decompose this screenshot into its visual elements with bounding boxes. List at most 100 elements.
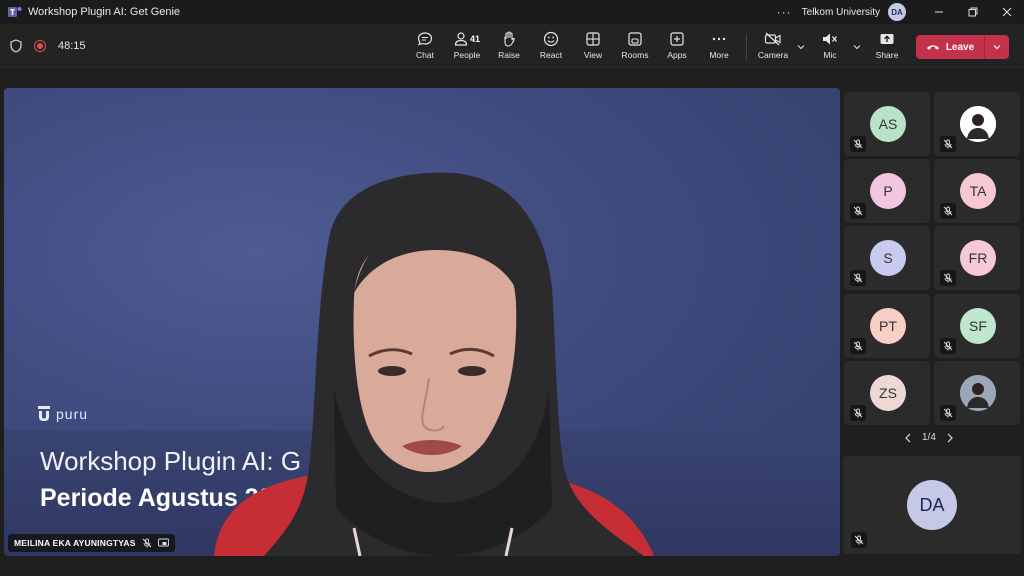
self-video-tile[interactable]: DA <box>843 456 1021 554</box>
restore-button[interactable] <box>956 0 990 24</box>
people-count: 41 <box>469 34 480 44</box>
participant-tile[interactable] <box>934 361 1020 425</box>
window-title: Workshop Plugin AI: Get Genie <box>28 6 181 18</box>
mic-options-chevron-icon[interactable] <box>852 42 862 52</box>
participant-tile[interactable]: ZS <box>844 361 930 425</box>
mic-muted-indicator <box>850 136 866 152</box>
leave-main[interactable]: Leave <box>916 35 984 59</box>
participant-avatar: FR <box>960 240 996 276</box>
mic-muted-icon <box>943 341 953 351</box>
participant-avatar: ZS <box>870 375 906 411</box>
participant-avatar: P <box>870 173 906 209</box>
participant-tile[interactable]: TA <box>934 159 1020 223</box>
organization-name[interactable]: Telkom University <box>802 7 880 18</box>
mic-muted-icon <box>854 535 864 545</box>
minimize-icon <box>935 11 943 13</box>
participant-tile[interactable]: P <box>844 159 930 223</box>
emoji-icon <box>543 31 559 47</box>
participant-tile[interactable]: AS <box>844 92 930 156</box>
profile-photo-icon <box>960 106 996 142</box>
participant-avatar: S <box>870 240 906 276</box>
teams-icon <box>8 7 22 17</box>
user-avatar[interactable]: DA <box>888 3 906 21</box>
toolbar-separator <box>746 34 747 60</box>
chat-label: Chat <box>416 50 434 60</box>
mic-muted-icon <box>943 206 953 216</box>
leave-label: Leave <box>945 41 975 53</box>
minimize-button[interactable] <box>922 0 956 24</box>
speaker-muted-icon <box>823 33 838 45</box>
speaker-name-tag: MEILINA EKA AYUNINGTYAS <box>8 534 175 552</box>
mic-muted-icon <box>943 139 953 149</box>
participant-avatar: AS <box>870 106 906 142</box>
raise-label: Raise <box>498 50 520 60</box>
gallery-pager: 1/4 <box>904 432 954 443</box>
mic-button[interactable]: Mic <box>810 30 850 64</box>
participant-avatar <box>960 106 996 142</box>
shield-icon[interactable] <box>10 39 22 53</box>
camera-label: Camera <box>757 50 789 60</box>
mic-muted-indicator <box>940 338 956 354</box>
mic-muted-icon <box>853 206 863 216</box>
camera-off-icon <box>764 32 781 46</box>
people-button[interactable]: 41 People <box>447 30 487 64</box>
participant-avatar: SF <box>960 308 996 344</box>
camera-options-chevron-icon[interactable] <box>796 42 806 52</box>
self-mic-muted-indicator <box>851 532 867 548</box>
mic-label: Mic <box>823 50 837 60</box>
participant-tile[interactable]: SF <box>934 294 1020 358</box>
chat-button[interactable]: Chat <box>405 30 445 64</box>
view-label: View <box>583 50 603 60</box>
participant-tile[interactable]: PT <box>844 294 930 358</box>
participant-avatar <box>960 375 996 411</box>
apps-icon <box>670 32 684 46</box>
participant-tile[interactable] <box>934 92 1020 156</box>
close-icon <box>1002 7 1012 17</box>
participant-tile[interactable]: S <box>844 226 930 290</box>
profile-photo-icon <box>960 375 996 411</box>
mic-muted-icon <box>943 273 953 283</box>
mic-muted-icon <box>853 273 863 283</box>
ellipsis-icon <box>712 37 726 41</box>
share-label: Share <box>875 50 899 60</box>
rooms-button[interactable]: Rooms <box>615 30 655 64</box>
participant-avatar: TA <box>960 173 996 209</box>
mic-muted-indicator <box>850 270 866 286</box>
mic-muted-indicator <box>940 270 956 286</box>
chat-icon <box>417 32 433 46</box>
mic-muted-indicator <box>850 405 866 421</box>
meeting-toolbar: 48:15 Chat 41 People Raise React View Ro… <box>0 24 1024 68</box>
speaker-name: MEILINA EKA AYUNINGTYAS <box>14 538 136 548</box>
meeting-timer: 48:15 <box>58 40 86 52</box>
apps-button[interactable]: Apps <box>657 30 697 64</box>
restore-icon <box>968 7 978 17</box>
chevron-left-icon[interactable] <box>904 433 912 443</box>
participant-tile[interactable]: FR <box>934 226 1020 290</box>
mic-muted-icon <box>853 408 863 418</box>
mic-muted-indicator <box>850 203 866 219</box>
more-options-button[interactable]: ··· <box>777 5 792 19</box>
share-button[interactable]: Share <box>867 30 907 64</box>
close-button[interactable] <box>990 0 1024 24</box>
mic-muted-icon <box>943 408 953 418</box>
leave-button[interactable]: Leave <box>916 35 1009 59</box>
mic-muted-indicator <box>940 136 956 152</box>
leave-options-button[interactable] <box>985 35 1009 59</box>
share-screen-icon <box>880 34 894 44</box>
react-button[interactable]: React <box>531 30 571 64</box>
more-button[interactable]: More <box>699 30 739 64</box>
participant-avatar: PT <box>870 308 906 344</box>
camera-button[interactable]: Camera <box>753 30 793 64</box>
chevron-right-icon[interactable] <box>946 433 954 443</box>
recording-icon[interactable] <box>34 40 46 52</box>
main-video-stage[interactable]: puru Workshop Plugin AI: G Periode Agust… <box>4 88 840 556</box>
hang-up-icon <box>926 45 939 50</box>
hand-icon <box>504 31 515 47</box>
view-button[interactable]: View <box>573 30 613 64</box>
mic-muted-icon <box>853 341 863 351</box>
people-label: People <box>453 50 481 60</box>
raise-hand-button[interactable]: Raise <box>489 30 529 64</box>
more-label: More <box>709 50 729 60</box>
screen-share-indicator-icon <box>157 538 169 547</box>
mic-muted-indicator <box>850 338 866 354</box>
